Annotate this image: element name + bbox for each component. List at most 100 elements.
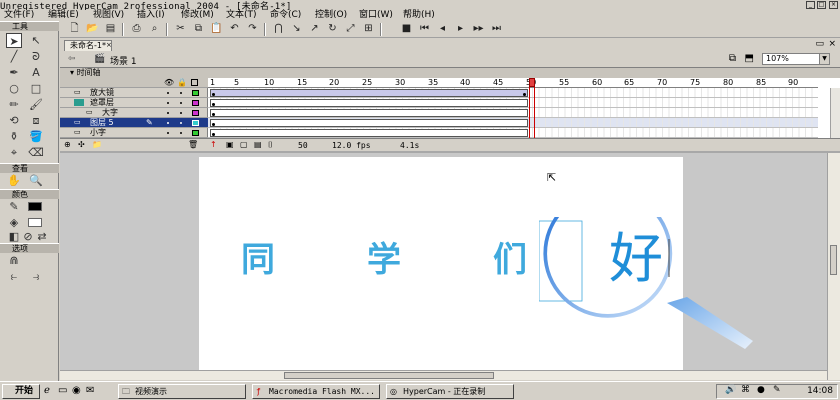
lock-dot[interactable] [180, 92, 182, 94]
frame-row[interactable] [208, 108, 818, 118]
stroke-color-swatch[interactable] [28, 202, 42, 211]
chevron-down-icon[interactable]: ▼ [819, 54, 829, 64]
onion-outlines-icon[interactable]: ▢ [240, 140, 248, 149]
pencil-tool-icon[interactable]: ✏ [6, 97, 22, 112]
edit-scene-icon[interactable]: ⧉ [729, 53, 736, 64]
redo-icon[interactable]: ↷ [246, 23, 259, 35]
lasso-tool-icon[interactable]: ᘐ [28, 49, 44, 64]
smooth-option-icon[interactable]: ⥼ [6, 269, 22, 284]
close-icon[interactable]: × [829, 1, 838, 9]
timeline-header[interactable]: ▾ 时间轴 [60, 68, 840, 78]
arrow-tool-icon[interactable]: ➤ [6, 33, 22, 48]
frame-row[interactable] [208, 98, 818, 108]
maximize-icon[interactable]: □ [817, 1, 826, 9]
visibility-dot[interactable] [167, 102, 169, 104]
text-tool-icon[interactable]: A [28, 65, 44, 80]
fill-transform-tool-icon[interactable]: ⧈ [28, 113, 44, 128]
undo-icon[interactable]: ↶ [228, 23, 241, 35]
visibility-dot[interactable] [167, 122, 169, 124]
menu-control[interactable]: 控制(O) [315, 10, 347, 21]
keyframe[interactable] [523, 93, 526, 96]
document-close-icon[interactable]: × [828, 39, 836, 49]
layer-outline-swatch[interactable] [192, 90, 199, 96]
lock-dot[interactable] [180, 122, 182, 124]
task-video-demo[interactable]: 🗀 视频演示 [118, 384, 246, 399]
ie-icon[interactable]: ℯ [44, 385, 50, 396]
line-tool-icon[interactable]: ╱ [6, 49, 22, 64]
add-guide-layer-icon[interactable]: ✣ [78, 140, 85, 149]
frame-ruler[interactable]: 1 5 10 15 20 25 30 35 40 45 50 55 60 65 … [208, 78, 818, 88]
layer-outline-swatch[interactable] [192, 100, 199, 106]
go-to-end-icon[interactable]: ⏭ [490, 23, 503, 35]
keyframe[interactable] [212, 133, 215, 136]
menu-insert[interactable]: 插入(I) [137, 10, 165, 21]
scroll-thumb[interactable] [284, 372, 494, 379]
save-icon[interactable]: ▤ [104, 23, 117, 35]
scene-name[interactable]: 场景 1 [110, 54, 137, 67]
straighten-option-icon[interactable]: ⥽ [28, 269, 44, 284]
keyframe[interactable] [212, 123, 215, 126]
show-desktop-icon[interactable]: ▭ [58, 385, 67, 396]
swap-colors-icon[interactable]: ⇄ [34, 229, 50, 244]
task-flash[interactable]: ƒ Macromedia Flash MX... [252, 384, 380, 399]
outline-icon[interactable] [191, 79, 198, 86]
center-frame-icon[interactable]: ↑ [210, 140, 217, 149]
hand-tool-icon[interactable]: ✋ [6, 173, 22, 188]
insert-layer-icon[interactable]: ⊕ [64, 140, 71, 149]
tab-close-icon[interactable]: × [106, 41, 112, 49]
document-restore-icon[interactable]: ▭ [815, 39, 824, 49]
stage-vertical-scrollbar[interactable] [827, 153, 840, 380]
menu-text[interactable]: 文本(T) [226, 10, 257, 21]
eyedropper-tool-icon[interactable]: ⌖ [6, 145, 22, 160]
frame-span[interactable] [210, 129, 528, 137]
oval-tool-icon[interactable]: ○ [6, 81, 22, 96]
layer-row[interactable]: ▭ 大字 [60, 108, 208, 118]
fill-color-icon[interactable]: ◈ [6, 215, 22, 230]
paste-icon[interactable]: 📋 [210, 23, 223, 35]
ink-bottle-tool-icon[interactable]: ⚱ [6, 129, 22, 144]
modify-markers-icon[interactable]: ⌷ [268, 140, 273, 150]
lock-dot[interactable] [180, 112, 182, 114]
snap-to-objects-icon[interactable]: ⋒ [6, 253, 22, 268]
visibility-dot[interactable] [167, 92, 169, 94]
playhead-handle[interactable] [529, 78, 535, 87]
menu-edit[interactable]: 编辑(E) [48, 10, 79, 21]
lock-dot[interactable] [180, 132, 182, 134]
eye-icon[interactable]: 👁 [164, 78, 174, 88]
media-player-icon[interactable]: ◉ [72, 385, 81, 396]
copy-icon[interactable]: ⧉ [192, 23, 205, 35]
step-back-icon[interactable]: ◂ [436, 23, 449, 35]
visibility-dot[interactable] [167, 112, 169, 114]
frame-span[interactable] [210, 119, 528, 127]
zoom-select[interactable]: 107% ▼ [762, 53, 830, 65]
visibility-dot[interactable] [167, 132, 169, 134]
outlook-icon[interactable]: ✉ [86, 385, 94, 396]
scale-icon[interactable]: ⤢ [344, 23, 357, 35]
edit-symbol-icon[interactable]: ⬒ [745, 53, 754, 64]
layer-outline-swatch[interactable] [192, 130, 199, 136]
lock-icon[interactable]: 🔒 [177, 78, 187, 88]
menu-modify[interactable]: 修改(M) [181, 10, 214, 21]
volume-icon[interactable]: 🔊 [725, 385, 736, 395]
keyframe[interactable] [212, 113, 215, 116]
fill-color-swatch[interactable] [28, 218, 42, 227]
smooth-icon[interactable]: ↘ [290, 23, 303, 35]
paint-bucket-tool-icon[interactable]: 🪣 [28, 129, 44, 144]
brush-tool-icon[interactable]: 🖌 [28, 97, 44, 112]
layer-row-selected[interactable]: ▭ 图层 5 ✎ [60, 118, 208, 128]
stop-icon[interactable]: ■ [400, 23, 413, 35]
menu-file[interactable]: 文件(F) [4, 10, 34, 21]
task-hypercam[interactable]: ◎ HyperCam - 正在录制 [386, 384, 514, 399]
edit-multiple-frames-icon[interactable]: ▤ [254, 140, 262, 149]
menu-window[interactable]: 窗口(W) [359, 10, 393, 21]
print-preview-icon[interactable]: ⌕ [148, 23, 161, 35]
align-icon[interactable]: ⊞ [362, 23, 375, 35]
tab-document[interactable]: 未命名-1* [64, 40, 112, 51]
tween-span[interactable] [210, 89, 528, 97]
layer-row[interactable]: ▭ 小字 [60, 128, 208, 138]
free-transform-tool-icon[interactable]: ⟲ [6, 113, 22, 128]
rewind-icon[interactable]: ⏮ [418, 23, 431, 35]
snap-magnet-icon[interactable]: ⋂ [272, 23, 285, 35]
open-folder-icon[interactable]: 📂 [86, 23, 99, 35]
menu-commands[interactable]: 命令(C) [270, 10, 301, 21]
